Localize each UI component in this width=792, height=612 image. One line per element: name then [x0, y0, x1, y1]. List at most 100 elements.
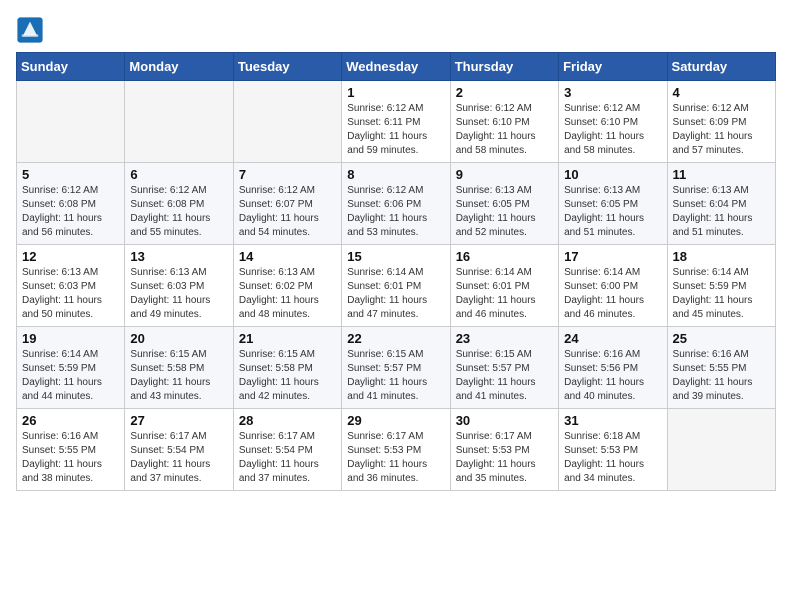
calendar-day-5: 5 Sunrise: 6:12 AM Sunset: 6:08 PM Daylig… — [17, 163, 125, 245]
day-number: 31 — [564, 413, 661, 428]
day-number: 19 — [22, 331, 119, 346]
day-info: Sunrise: 6:14 AM Sunset: 5:59 PM Dayligh… — [22, 348, 119, 404]
calendar-day-13: 13 Sunrise: 6:13 AM Sunset: 6:03 PM Dayli… — [125, 245, 233, 327]
day-number: 30 — [456, 413, 553, 428]
day-number: 18 — [673, 249, 770, 264]
calendar-day-4: 4Sunrise: 6:12 AM Sunset: 6:09 PM Daylig… — [667, 81, 775, 163]
calendar-day-16: 16 Sunrise: 6:14 AM Sunset: 6:01 PM Dayli… — [450, 245, 558, 327]
calendar-header-row: SundayMondayTuesdayWednesdayThursdayFrid… — [17, 53, 776, 81]
day-info: Sunrise: 6:12 AM Sunset: 6:10 PM Dayligh… — [456, 102, 553, 158]
day-info: Sunrise: 6:12 AM Sunset: 6:08 PM Dayligh… — [22, 184, 119, 240]
calendar-week-row: 1Sunrise: 6:12 AM Sunset: 6:11 PM Daylig… — [17, 81, 776, 163]
calendar-day-6: 6 Sunrise: 6:12 AM Sunset: 6:08 PM Daylig… — [125, 163, 233, 245]
day-header-thursday: Thursday — [450, 53, 558, 81]
day-number: 8 — [347, 167, 444, 182]
day-number: 3 — [564, 85, 661, 100]
day-info: Sunrise: 6:18 AM Sunset: 5:53 PM Dayligh… — [564, 430, 661, 486]
day-info: Sunrise: 6:15 AM Sunset: 5:58 PM Dayligh… — [239, 348, 336, 404]
day-number: 26 — [22, 413, 119, 428]
day-number: 7 — [239, 167, 336, 182]
calendar-table: SundayMondayTuesdayWednesdayThursdayFrid… — [16, 52, 776, 491]
day-info: Sunrise: 6:13 AM Sunset: 6:02 PM Dayligh… — [239, 266, 336, 322]
day-number: 24 — [564, 331, 661, 346]
empty-cell — [17, 81, 125, 163]
calendar-day-11: 11 Sunrise: 6:13 AM Sunset: 6:04 PM Dayli… — [667, 163, 775, 245]
day-info: Sunrise: 6:13 AM Sunset: 6:05 PM Dayligh… — [456, 184, 553, 240]
day-info: Sunrise: 6:15 AM Sunset: 5:57 PM Dayligh… — [347, 348, 444, 404]
day-info: Sunrise: 6:13 AM Sunset: 6:04 PM Dayligh… — [673, 184, 770, 240]
page-header — [16, 16, 776, 44]
day-info: Sunrise: 6:12 AM Sunset: 6:11 PM Dayligh… — [347, 102, 444, 158]
calendar-day-9: 9 Sunrise: 6:13 AM Sunset: 6:05 PM Daylig… — [450, 163, 558, 245]
day-info: Sunrise: 6:17 AM Sunset: 5:53 PM Dayligh… — [456, 430, 553, 486]
calendar-week-row: 19 Sunrise: 6:14 AM Sunset: 5:59 PM Dayli… — [17, 327, 776, 409]
day-number: 6 — [130, 167, 227, 182]
day-number: 5 — [22, 167, 119, 182]
day-info: Sunrise: 6:14 AM Sunset: 6:01 PM Dayligh… — [347, 266, 444, 322]
calendar-day-27: 27 Sunrise: 6:17 AM Sunset: 5:54 PM Dayli… — [125, 409, 233, 491]
day-info: Sunrise: 6:13 AM Sunset: 6:05 PM Dayligh… — [564, 184, 661, 240]
empty-cell — [667, 409, 775, 491]
day-number: 22 — [347, 331, 444, 346]
day-header-wednesday: Wednesday — [342, 53, 450, 81]
day-header-friday: Friday — [559, 53, 667, 81]
day-info: Sunrise: 6:14 AM Sunset: 6:01 PM Dayligh… — [456, 266, 553, 322]
day-number: 21 — [239, 331, 336, 346]
day-info: Sunrise: 6:17 AM Sunset: 5:53 PM Dayligh… — [347, 430, 444, 486]
day-info: Sunrise: 6:15 AM Sunset: 5:58 PM Dayligh… — [130, 348, 227, 404]
logo — [16, 16, 48, 44]
calendar-day-15: 15 Sunrise: 6:14 AM Sunset: 6:01 PM Dayli… — [342, 245, 450, 327]
calendar-day-22: 22 Sunrise: 6:15 AM Sunset: 5:57 PM Dayli… — [342, 327, 450, 409]
day-number: 4 — [673, 85, 770, 100]
calendar-day-1: 1Sunrise: 6:12 AM Sunset: 6:11 PM Daylig… — [342, 81, 450, 163]
day-number: 11 — [673, 167, 770, 182]
day-number: 10 — [564, 167, 661, 182]
day-info: Sunrise: 6:12 AM Sunset: 6:10 PM Dayligh… — [564, 102, 661, 158]
calendar-day-30: 30 Sunrise: 6:17 AM Sunset: 5:53 PM Dayli… — [450, 409, 558, 491]
day-number: 17 — [564, 249, 661, 264]
day-number: 16 — [456, 249, 553, 264]
day-number: 13 — [130, 249, 227, 264]
calendar-day-19: 19 Sunrise: 6:14 AM Sunset: 5:59 PM Dayli… — [17, 327, 125, 409]
day-info: Sunrise: 6:12 AM Sunset: 6:08 PM Dayligh… — [130, 184, 227, 240]
day-header-saturday: Saturday — [667, 53, 775, 81]
day-info: Sunrise: 6:15 AM Sunset: 5:57 PM Dayligh… — [456, 348, 553, 404]
calendar-day-29: 29 Sunrise: 6:17 AM Sunset: 5:53 PM Dayli… — [342, 409, 450, 491]
day-number: 15 — [347, 249, 444, 264]
day-info: Sunrise: 6:14 AM Sunset: 6:00 PM Dayligh… — [564, 266, 661, 322]
day-header-monday: Monday — [125, 53, 233, 81]
day-info: Sunrise: 6:17 AM Sunset: 5:54 PM Dayligh… — [130, 430, 227, 486]
calendar-day-28: 28 Sunrise: 6:17 AM Sunset: 5:54 PM Dayli… — [233, 409, 341, 491]
calendar-day-24: 24 Sunrise: 6:16 AM Sunset: 5:56 PM Dayli… — [559, 327, 667, 409]
day-number: 29 — [347, 413, 444, 428]
day-info: Sunrise: 6:17 AM Sunset: 5:54 PM Dayligh… — [239, 430, 336, 486]
calendar-day-3: 3 Sunrise: 6:12 AM Sunset: 6:10 PM Daylig… — [559, 81, 667, 163]
day-number: 27 — [130, 413, 227, 428]
day-info: Sunrise: 6:12 AM Sunset: 6:07 PM Dayligh… — [239, 184, 336, 240]
calendar-day-25: 25 Sunrise: 6:16 AM Sunset: 5:55 PM Dayli… — [667, 327, 775, 409]
calendar-day-7: 7 Sunrise: 6:12 AM Sunset: 6:07 PM Daylig… — [233, 163, 341, 245]
calendar-day-17: 17 Sunrise: 6:14 AM Sunset: 6:00 PM Dayli… — [559, 245, 667, 327]
calendar-day-23: 23Sunrise: 6:15 AM Sunset: 5:57 PM Dayli… — [450, 327, 558, 409]
empty-cell — [233, 81, 341, 163]
day-number: 28 — [239, 413, 336, 428]
calendar-day-20: 20 Sunrise: 6:15 AM Sunset: 5:58 PM Dayli… — [125, 327, 233, 409]
day-info: Sunrise: 6:13 AM Sunset: 6:03 PM Dayligh… — [22, 266, 119, 322]
day-info: Sunrise: 6:13 AM Sunset: 6:03 PM Dayligh… — [130, 266, 227, 322]
day-number: 25 — [673, 331, 770, 346]
calendar-week-row: 12Sunrise: 6:13 AM Sunset: 6:03 PM Dayli… — [17, 245, 776, 327]
day-number: 2 — [456, 85, 553, 100]
calendar-day-31: 31 Sunrise: 6:18 AM Sunset: 5:53 PM Dayli… — [559, 409, 667, 491]
calendar-day-21: 21 Sunrise: 6:15 AM Sunset: 5:58 PM Dayli… — [233, 327, 341, 409]
day-info: Sunrise: 6:14 AM Sunset: 5:59 PM Dayligh… — [673, 266, 770, 322]
calendar-week-row: 5 Sunrise: 6:12 AM Sunset: 6:08 PM Daylig… — [17, 163, 776, 245]
day-header-sunday: Sunday — [17, 53, 125, 81]
day-info: Sunrise: 6:16 AM Sunset: 5:55 PM Dayligh… — [22, 430, 119, 486]
day-number: 14 — [239, 249, 336, 264]
day-info: Sunrise: 6:16 AM Sunset: 5:56 PM Dayligh… — [564, 348, 661, 404]
day-info: Sunrise: 6:16 AM Sunset: 5:55 PM Dayligh… — [673, 348, 770, 404]
calendar-day-12: 12Sunrise: 6:13 AM Sunset: 6:03 PM Dayli… — [17, 245, 125, 327]
day-number: 9 — [456, 167, 553, 182]
day-number: 20 — [130, 331, 227, 346]
day-header-tuesday: Tuesday — [233, 53, 341, 81]
